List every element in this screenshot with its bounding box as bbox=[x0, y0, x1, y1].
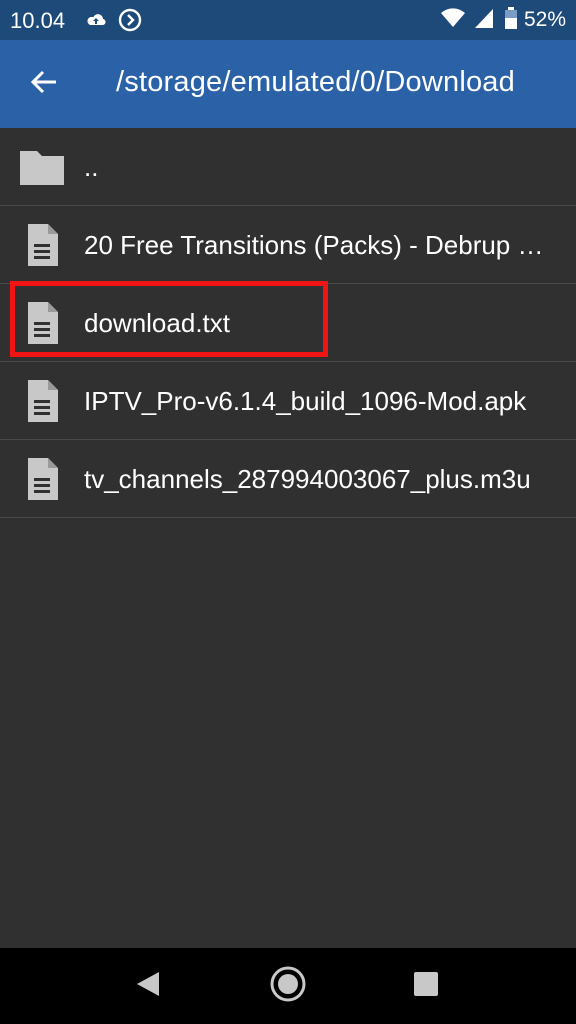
app-bar: /storage/emulated/0/Download bbox=[0, 40, 576, 128]
status-time: 10.04 bbox=[10, 8, 66, 33]
file-list: .. 20 Free Transitions (Packs) - Debrup … bbox=[0, 128, 576, 518]
folder-icon bbox=[18, 146, 66, 188]
document-icon bbox=[18, 224, 66, 266]
nav-recents-button[interactable] bbox=[406, 966, 446, 1006]
back-button[interactable] bbox=[22, 62, 66, 106]
play-circle-icon bbox=[118, 8, 142, 32]
wifi-icon bbox=[440, 7, 466, 34]
list-item-file[interactable]: 20 Free Transitions (Packs) - Debrup Roy… bbox=[0, 206, 576, 284]
list-item-file[interactable]: tv_channels_287994003067_plus.m3u bbox=[0, 440, 576, 518]
file-name: .. bbox=[84, 152, 99, 182]
list-item-parent-folder[interactable]: .. bbox=[0, 128, 576, 206]
nav-back-button[interactable] bbox=[128, 966, 168, 1006]
signal-icon bbox=[474, 7, 494, 34]
navigation-bar bbox=[0, 948, 576, 1024]
file-name: download.txt bbox=[84, 308, 230, 338]
back-triangle-icon bbox=[135, 970, 161, 1003]
cloud-sync-icon bbox=[84, 8, 108, 32]
file-name: IPTV_Pro-v6.1.4_build_1096-Mod.apk bbox=[84, 386, 527, 416]
status-bar: 10.04 52% bbox=[0, 0, 576, 40]
list-item-file[interactable]: IPTV_Pro-v6.1.4_build_1096-Mod.apk bbox=[0, 362, 576, 440]
current-path: /storage/emulated/0/Download bbox=[116, 66, 515, 98]
list-item-file[interactable]: download.txt bbox=[0, 284, 576, 362]
file-name: tv_channels_287994003067_plus.m3u bbox=[84, 464, 531, 494]
battery-percent: 52% bbox=[523, 8, 566, 31]
home-circle-icon bbox=[269, 965, 307, 1008]
file-name: 20 Free Transitions (Packs) - Debrup Roy… bbox=[84, 230, 558, 260]
document-icon bbox=[18, 380, 66, 422]
battery-icon bbox=[504, 6, 518, 35]
nav-home-button[interactable] bbox=[268, 966, 308, 1006]
arrow-left-icon bbox=[30, 68, 58, 101]
recents-square-icon bbox=[413, 971, 439, 1002]
document-icon bbox=[18, 302, 66, 344]
document-icon bbox=[18, 458, 66, 500]
